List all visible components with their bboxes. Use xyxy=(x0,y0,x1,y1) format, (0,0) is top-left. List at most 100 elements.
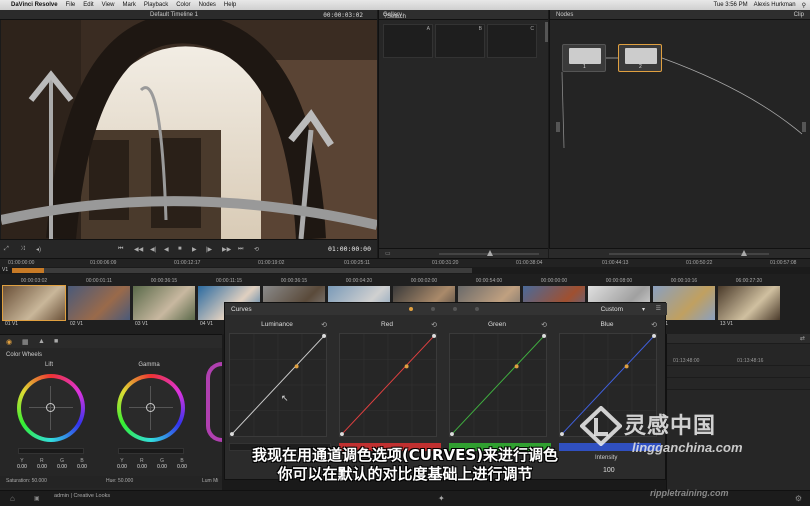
menu-help[interactable]: Help xyxy=(224,2,236,8)
curve-graph[interactable] xyxy=(229,333,327,437)
timeline-name[interactable]: Default Timeline 1 xyxy=(150,12,198,18)
go-to-end-button[interactable]: ⏭ xyxy=(238,246,243,253)
lift-wheel[interactable] xyxy=(17,374,85,442)
go-to-start-button[interactable]: ⏮ xyxy=(118,246,123,253)
curve-control-point xyxy=(624,364,629,369)
node-output-handle[interactable] xyxy=(802,122,806,132)
watermark-logo-icon xyxy=(580,406,622,446)
rewind-button[interactable]: ◀◀ xyxy=(134,246,143,253)
fast-forward-button[interactable]: ▶▶ xyxy=(222,246,231,253)
ruler-tick: 01:00:06:09 xyxy=(90,260,117,266)
curves-preset[interactable]: Custom xyxy=(601,306,623,313)
still-label: B xyxy=(478,26,482,32)
step-back-button[interactable]: ◀| xyxy=(150,246,156,253)
menu-playback[interactable]: Playback xyxy=(144,2,168,8)
clip-timecode: 00:00:03:02 xyxy=(20,278,48,284)
clip-thumbnail[interactable]: 00:00:03:02 01 V1 xyxy=(2,278,66,332)
home-icon[interactable]: ⌂ xyxy=(10,494,15,503)
curve-reset-icon[interactable]: ⟲ xyxy=(431,321,437,329)
curves-menu-icon[interactable]: ☰ xyxy=(656,305,661,312)
lift-value-y[interactable]: 0.00 xyxy=(17,464,27,470)
menu-view[interactable]: View xyxy=(102,2,115,8)
play-reverse-button[interactable]: ◀ xyxy=(164,246,169,253)
viewer-frame xyxy=(1,20,377,239)
menu-mark[interactable]: Mark xyxy=(123,2,136,8)
keyframe-icon[interactable]: ⇄ xyxy=(800,335,805,342)
watermark-cn: 灵感中国 xyxy=(624,414,717,439)
user-name[interactable]: Alexis Hurkman xyxy=(754,2,796,8)
menu-file[interactable]: File xyxy=(66,2,76,8)
lift-wheel-handle[interactable] xyxy=(46,403,55,412)
gain-wheel-partial[interactable] xyxy=(206,362,222,442)
clip-timecode: 00:00:04:20 xyxy=(345,278,373,284)
gallery-zoom-handle[interactable] xyxy=(487,250,493,256)
gallery-still-b[interactable]: B xyxy=(435,24,485,58)
search-icon[interactable]: ⚲ xyxy=(802,2,806,9)
raw-tab-icon[interactable]: ▲ xyxy=(38,338,46,346)
node-2[interactable]: 2 xyxy=(618,44,662,72)
right-panel-row: 01:13:48:00 01:13:48:16 xyxy=(667,356,810,366)
curves-page-dot[interactable] xyxy=(475,307,479,311)
node-input-handle[interactable] xyxy=(556,122,560,132)
davinci-logo-icon[interactable]: ✦ xyxy=(438,494,445,503)
tools-icon[interactable]: ⤢ xyxy=(4,246,9,253)
gallery-search[interactable]: ⚲ Search xyxy=(383,12,406,20)
track-bar[interactable] xyxy=(12,268,472,273)
gallery-still-a[interactable]: A xyxy=(383,24,433,58)
viewer-image[interactable] xyxy=(1,20,377,239)
gallery-grid-icon[interactable]: ▭ xyxy=(385,250,391,257)
curve-control-point xyxy=(322,334,326,338)
gallery-scrollbar[interactable] xyxy=(545,22,548,42)
curve-graph[interactable] xyxy=(339,333,437,437)
ruler-tick: 01:00:38:04 xyxy=(516,260,543,266)
lift-master-slider[interactable] xyxy=(18,448,84,454)
gamma-wheel[interactable] xyxy=(117,374,185,442)
clip-thumbnail[interactable]: 00:00:01:11 02 V1 xyxy=(68,278,130,332)
curves-page-dot[interactable] xyxy=(453,307,457,311)
camera-tab-icon[interactable]: ■ xyxy=(54,338,62,346)
clip-id: 13 V1 xyxy=(720,321,734,327)
curve-channel-label: Red xyxy=(381,321,393,328)
curves-page-dot[interactable] xyxy=(431,307,435,311)
nodes-zoom-handle[interactable] xyxy=(741,250,747,256)
shuffle-icon[interactable]: ⤨ xyxy=(20,246,25,253)
curves-page-dot-active[interactable] xyxy=(409,307,413,311)
ruler-tick: 01:00:31:20 xyxy=(432,260,459,266)
preset-dropdown-icon[interactable]: ▾ xyxy=(642,306,645,313)
lift-value-r[interactable]: 0.00 xyxy=(37,464,47,470)
wheel-title: Lift xyxy=(44,362,53,368)
settings-gear-icon[interactable]: ⚙ xyxy=(795,494,802,503)
stop-button[interactable]: ■ xyxy=(178,246,182,252)
curve-reset-icon[interactable]: ⟲ xyxy=(541,321,547,329)
ruler-tick: 01:00:50:22 xyxy=(686,260,713,266)
curve-graph[interactable] xyxy=(449,333,547,437)
lift-values: 0.00 0.00 0.00 0.00 xyxy=(12,464,92,470)
track-current-clip[interactable] xyxy=(12,268,44,273)
step-forward-button[interactable]: |▶ xyxy=(206,246,212,253)
menu-nodes[interactable]: Nodes xyxy=(199,2,216,8)
timeline-ruler[interactable]: 01:00:00:00 01:00:06:09 01:00:12:17 01:0… xyxy=(0,258,810,267)
gamma-wheel-handle[interactable] xyxy=(146,403,155,412)
primaries-bars-tab-icon[interactable]: ▦ xyxy=(22,338,30,346)
ripple-watermark: rippletraining.com xyxy=(650,488,729,498)
menu-color[interactable]: Color xyxy=(176,2,190,8)
menu-edit[interactable]: Edit xyxy=(83,2,93,8)
color-wheels-tab-icon[interactable]: ◉ xyxy=(6,338,14,346)
audio-icon[interactable]: ◂) xyxy=(36,246,41,253)
curve-reset-icon[interactable]: ⟲ xyxy=(651,321,657,329)
loop-icon[interactable]: ⟲ xyxy=(254,246,259,253)
node-1[interactable]: 1 xyxy=(562,44,606,72)
clip-thumbnail[interactable]: 06:00:27:20 13 V1 xyxy=(718,278,780,332)
bookmark-icon[interactable]: ▣ xyxy=(34,495,40,502)
saturation-label[interactable]: Saturation: 50.000 xyxy=(6,478,47,484)
gallery-still-c[interactable]: C xyxy=(487,24,537,58)
menu-app-name[interactable]: DaVinci Resolve xyxy=(11,2,58,8)
curve-reset-icon[interactable]: ⟲ xyxy=(321,321,327,329)
timeline-track[interactable]: V1 xyxy=(0,267,810,274)
clip-thumbnail[interactable]: 00:00:36:15 03 V1 xyxy=(133,278,195,332)
curve-control-point xyxy=(652,334,656,338)
lift-value-g[interactable]: 0.00 xyxy=(57,464,67,470)
lift-value-b[interactable]: 0.00 xyxy=(77,464,87,470)
play-button[interactable]: ▶ xyxy=(192,246,197,253)
ruler-tick: 01:00:44:13 xyxy=(602,260,629,266)
